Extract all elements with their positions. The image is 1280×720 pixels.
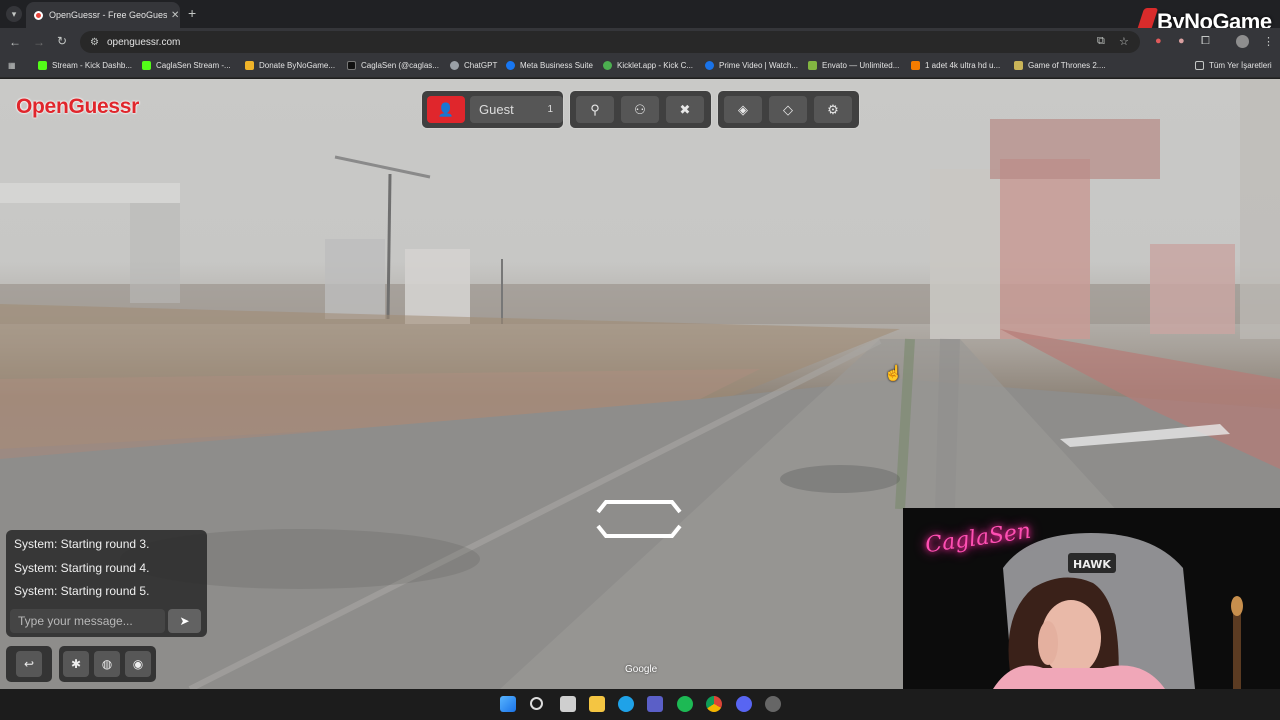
bookmark-item[interactable]: Stream - Kick Dashb... bbox=[38, 61, 132, 70]
close-tab-icon[interactable]: ✕ bbox=[171, 10, 179, 21]
site-info-icon[interactable]: ⚙ bbox=[90, 37, 99, 48]
discord-icon[interactable]: ◍ bbox=[94, 651, 120, 677]
bookmark-item[interactable]: 1 adet 4k ultra hd u... bbox=[911, 61, 1000, 70]
return-icon[interactable]: ↩ bbox=[16, 651, 42, 677]
browser-menu-icon[interactable]: ⋮ bbox=[1263, 35, 1274, 48]
openguessr-favicon-icon bbox=[34, 10, 43, 20]
bookmark-item[interactable]: Game of Thrones 2.... bbox=[1014, 61, 1106, 70]
google-attribution: Google bbox=[625, 664, 658, 675]
prime-video-icon bbox=[705, 61, 714, 70]
openguessr-logo[interactable]: OpenGuessr bbox=[16, 95, 139, 119]
donate-icon bbox=[245, 61, 254, 70]
browser-tab[interactable]: OpenGuessr - Free GeoGuessr Alternative … bbox=[26, 2, 180, 28]
kicklet-icon bbox=[603, 61, 612, 70]
task-view-icon[interactable] bbox=[560, 696, 576, 712]
bookmark-item[interactable]: CaglaSen (@caglas... bbox=[347, 61, 439, 70]
extensions-puzzle-icon[interactable]: ⧠ bbox=[1201, 35, 1210, 48]
bookmark-item[interactable]: ChatGPT bbox=[450, 61, 497, 70]
pointer-cursor-icon: ☝ bbox=[884, 365, 903, 382]
bookmark-label: Stream - Kick Dashb... bbox=[52, 61, 133, 70]
player-name: Guest bbox=[479, 102, 514, 117]
webcam-overlay: HAWK CaglaSen bbox=[903, 508, 1280, 689]
bookmark-label: Prime Video | Watch... bbox=[719, 61, 798, 70]
bookmark-label: ChatGPT bbox=[464, 61, 498, 70]
game-mode-controls: ⚲ ⚇ ✖ bbox=[570, 91, 711, 128]
bookmark-label: Envato — Unlimited... bbox=[822, 61, 900, 70]
player-controls: 👤 Guest 1 bbox=[422, 91, 563, 128]
folder-icon bbox=[1014, 61, 1023, 70]
discord-taskbar-icon[interactable] bbox=[736, 696, 752, 712]
apps-grid-icon[interactable]: ▦ bbox=[8, 61, 16, 70]
teams-icon[interactable] bbox=[647, 696, 663, 712]
multiplayer-icon[interactable]: ⚇ bbox=[621, 96, 659, 123]
bookmark-label: CaglaSen Stream -... bbox=[156, 61, 231, 70]
bookmark-item[interactable]: CaglaSen Stream -... bbox=[142, 61, 231, 70]
tab-search-icon[interactable]: ▾ bbox=[6, 6, 22, 22]
kick-icon bbox=[142, 61, 151, 70]
bookmark-item[interactable]: Envato — Unlimited... bbox=[808, 61, 899, 70]
reddit-icon[interactable]: ◉ bbox=[125, 651, 151, 677]
extension-icon[interactable]: ● bbox=[1155, 35, 1162, 47]
meta-icon bbox=[506, 61, 515, 70]
bookmark-item[interactable]: Prime Video | Watch... bbox=[705, 61, 798, 70]
chat-input[interactable]: Type your message... bbox=[10, 609, 165, 633]
tab-strip: ▾ OpenGuessr - Free GeoGuessr Alternativ… bbox=[0, 0, 1280, 34]
user-icon[interactable]: 👤 bbox=[427, 96, 465, 123]
back-icon[interactable]: ← bbox=[9, 35, 21, 49]
all-bookmarks[interactable]: Tüm Yer İşaretleri bbox=[1195, 61, 1272, 70]
folder-icon bbox=[1195, 61, 1204, 70]
forward-icon[interactable]: → bbox=[33, 35, 45, 49]
shop-icon bbox=[911, 61, 920, 70]
chat-message: System: Starting round 3. bbox=[14, 537, 150, 551]
file-explorer-icon[interactable] bbox=[589, 696, 605, 712]
reload-icon[interactable]: ↻ bbox=[57, 34, 67, 48]
all-bookmarks-label: Tüm Yer İşaretleri bbox=[1209, 61, 1272, 70]
chat-message: System: Starting round 5. bbox=[14, 584, 150, 598]
windows-start-icon[interactable] bbox=[500, 696, 516, 712]
send-icon[interactable]: ➤ bbox=[168, 609, 201, 633]
gear-icon[interactable]: ⚙ bbox=[814, 96, 852, 123]
address-bar[interactable]: ⚙ openguessr.com bbox=[80, 31, 1140, 53]
battle-icon[interactable]: ✖ bbox=[666, 96, 704, 123]
bookmark-label: Game of Thrones 2.... bbox=[1028, 61, 1106, 70]
bookmark-item[interactable]: Meta Business Suite bbox=[506, 61, 593, 70]
bookmark-label: CaglaSen (@caglas... bbox=[361, 61, 439, 70]
url-text: openguessr.com bbox=[106, 36, 181, 48]
player-name-box[interactable]: Guest 1 bbox=[470, 96, 563, 123]
bookmark-label: Meta Business Suite bbox=[520, 61, 593, 70]
spotify-icon[interactable] bbox=[677, 696, 693, 712]
bookmark-star-icon[interactable]: ☆ bbox=[1119, 35, 1129, 48]
chrome-icon[interactable] bbox=[706, 696, 722, 712]
bookmark-label: Donate ByNoGame... bbox=[259, 61, 336, 70]
bookmark-label: Kicklet.app - Kick C... bbox=[617, 61, 694, 70]
back-button-group: ↩ bbox=[6, 646, 52, 682]
bookmark-item[interactable]: Kicklet.app - Kick C... bbox=[603, 61, 693, 70]
chatgpt-icon bbox=[450, 61, 459, 70]
player-count: 1 bbox=[547, 104, 553, 115]
tiktok-icon bbox=[347, 61, 356, 70]
education-icon[interactable]: ◇ bbox=[769, 96, 807, 123]
bookmark-item[interactable]: Donate ByNoGame... bbox=[245, 61, 335, 70]
taskbar bbox=[0, 689, 1280, 720]
profile-avatar[interactable] bbox=[1236, 35, 1249, 48]
envato-icon bbox=[808, 61, 817, 70]
chair-brand-text: HAWK bbox=[1073, 558, 1111, 571]
edge-icon[interactable] bbox=[618, 696, 634, 712]
extension-2-icon[interactable]: ● bbox=[1178, 35, 1185, 47]
layers-icon[interactable]: ◈ bbox=[724, 96, 762, 123]
move-forward-arrow-icon[interactable] bbox=[592, 498, 686, 540]
kick-icon bbox=[38, 61, 47, 70]
bookmarks-bar: ▦ Stream - Kick Dashb... CaglaSen Stream… bbox=[0, 56, 1280, 78]
chat-message: System: Starting round 4. bbox=[14, 561, 150, 575]
leaderboard-icon[interactable]: ⚲ bbox=[576, 96, 614, 123]
bookmark-label: 1 adet 4k ultra hd u... bbox=[925, 61, 1001, 70]
obs-icon[interactable] bbox=[765, 696, 781, 712]
translate-icon[interactable]: ⧉ bbox=[1097, 35, 1105, 48]
new-tab-icon[interactable]: + bbox=[188, 5, 196, 21]
settings-controls: ◈ ◇ ⚙ bbox=[718, 91, 859, 128]
search-icon[interactable] bbox=[530, 697, 543, 710]
social-button-group: ✱ ◍ ◉ bbox=[59, 646, 156, 682]
tab-title: OpenGuessr - Free GeoGuessr Alternative bbox=[49, 10, 167, 20]
bug-report-icon[interactable]: ✱ bbox=[63, 651, 89, 677]
